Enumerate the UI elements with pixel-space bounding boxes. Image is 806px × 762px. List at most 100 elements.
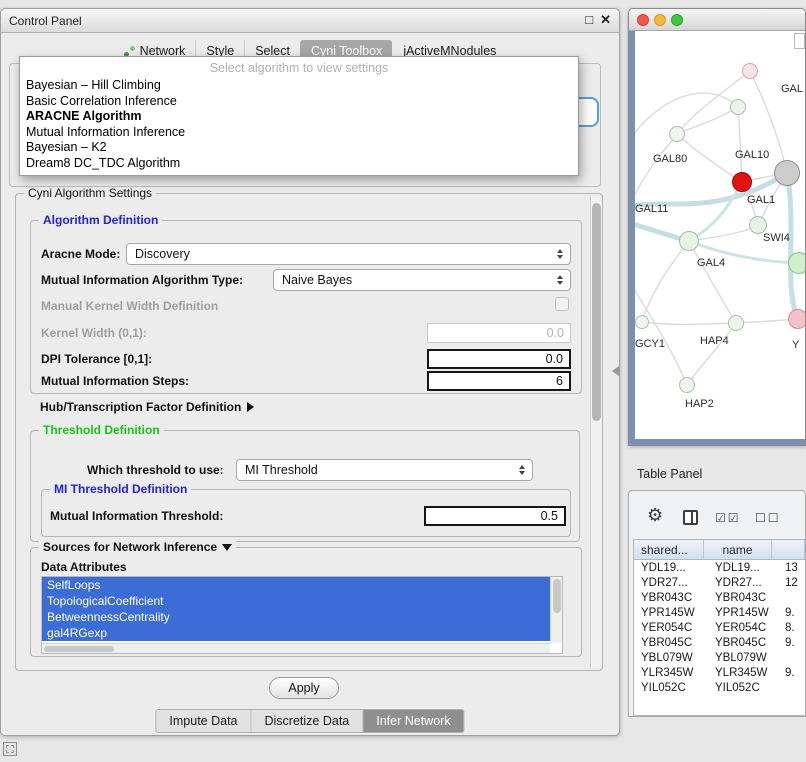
apply-button[interactable]: Apply [269, 677, 339, 699]
control-panel-window: Control Panel □ ✕ Network Style Select C… [0, 8, 620, 736]
network-node[interactable] [732, 172, 752, 192]
tab-discretize-data[interactable]: Discretize Data [251, 710, 363, 732]
network-canvas[interactable]: GALGAL80GAL10GAL11GAL1SWI4GAL4GCY1HAP4YH… [629, 31, 805, 445]
table-cell: YPR145W [704, 607, 772, 619]
table-row[interactable]: YBR043CYBR043C [634, 590, 805, 605]
table-row[interactable]: YPR145WYPR145W9. [634, 605, 805, 620]
network-node[interactable] [635, 315, 649, 329]
tab-infer-network[interactable]: Infer Network [362, 710, 463, 732]
network-node[interactable] [679, 377, 695, 393]
dpi-tolerance-label: DPI Tolerance [0,1]: [41, 352, 152, 366]
table-row[interactable]: YER054CYER054C8. [634, 620, 805, 635]
table-row[interactable]: YIL052CYIL052C [634, 680, 805, 695]
network-scrollbar[interactable] [794, 33, 805, 49]
collapse-arrow-icon[interactable] [222, 544, 232, 551]
network-node[interactable] [730, 99, 746, 115]
algorithm-popup-item[interactable]: Basic Correlation Inference [20, 94, 578, 110]
network-node[interactable] [679, 231, 699, 251]
kernel-width-field[interactable]: 0.0 [427, 323, 571, 343]
table-cell: YBR045C [634, 637, 704, 649]
attribute-list-item[interactable]: SelfLoops [42, 577, 550, 593]
list-vertical-scrollbar[interactable] [550, 577, 562, 643]
panel-splitter-handle[interactable] [612, 366, 619, 376]
list-horizontal-scrollbar[interactable] [42, 643, 550, 653]
dpi-tolerance-field[interactable]: 0.0 [427, 349, 571, 369]
table-cell: 9. [772, 607, 805, 619]
algorithm-popup-item[interactable]: Bayesian – Hill Climbing [20, 78, 578, 94]
table-body: YDL19...YDL19...13YDR27...YDR27...12YBR0… [634, 560, 805, 695]
hub-definition-label: Hub/Transcription Factor Definition [40, 400, 241, 414]
attribute-list-item[interactable]: TopologicalCoefficient [42, 593, 550, 609]
algorithm-popup-item[interactable]: ARACNE Algorithm [20, 109, 578, 125]
which-threshold-select[interactable]: MI Threshold [236, 459, 533, 481]
control-panel-titlebar[interactable]: Control Panel □ ✕ [1, 9, 619, 33]
table-row[interactable]: YDR27...YDR27...12 [634, 575, 805, 590]
network-node[interactable] [728, 315, 744, 331]
algorithm-dropdown-popup: Select algorithm to view settings Bayesi… [19, 56, 579, 176]
manual-kernel-label: Manual Kernel Width Definition [41, 299, 218, 313]
data-attributes-list[interactable]: SelfLoopsTopologicalCoefficientBetweenne… [41, 576, 563, 654]
scrollbar-thumb[interactable] [44, 646, 114, 652]
algorithm-popup-placeholder: Select algorithm to view settings [20, 60, 578, 78]
select-all-checkboxes-icon[interactable]: ☑☑ [715, 511, 741, 525]
aracne-mode-select[interactable]: Discovery [126, 243, 571, 265]
table-cell: 13 [772, 562, 805, 574]
algorithm-popup-item[interactable]: Dream8 DC_TDC Algorithm [20, 156, 578, 172]
network-node[interactable] [788, 252, 805, 274]
sources-legend[interactable]: Sources for Network Inference [39, 540, 236, 554]
expand-arrow-icon[interactable] [247, 402, 254, 412]
column-header-extra[interactable] [772, 540, 805, 559]
table-cell: YLR345W [634, 667, 704, 679]
column-header-name[interactable]: name [704, 540, 772, 559]
minimize-button[interactable] [654, 14, 666, 26]
network-node[interactable] [774, 160, 800, 186]
close-button[interactable] [637, 14, 649, 26]
close-icon[interactable]: ✕ [600, 12, 611, 28]
hub-definition-toggle[interactable]: Hub/Transcription Factor Definition [40, 400, 254, 414]
scrollbar-thumb[interactable] [592, 203, 601, 421]
column-header-shared-name[interactable]: shared... [634, 540, 704, 559]
table-cell: YBR045C [704, 637, 772, 649]
algorithm-popup-item[interactable]: Bayesian – K2 [20, 140, 578, 156]
combo-arrows-icon [553, 244, 567, 264]
mi-steps-label: Mutual Information Steps: [41, 374, 189, 388]
network-node-label: GAL [781, 83, 803, 95]
mi-steps-value: 6 [556, 374, 563, 388]
table-cell: YIL052C [704, 682, 772, 694]
table-cell: 12 [772, 577, 805, 589]
table-cell: YDL19... [634, 562, 704, 574]
table-cell: YBR043C [634, 592, 704, 604]
aracne-mode-value: Discovery [135, 247, 190, 261]
zoom-button[interactable] [671, 14, 683, 26]
gear-icon[interactable]: ⚙ [647, 505, 663, 526]
table-row[interactable]: YDL19...YDL19...13 [634, 560, 805, 575]
threshold-definition-groupbox: Threshold Definition Which threshold to … [30, 430, 580, 542]
network-window-titlebar[interactable] [629, 9, 805, 31]
settings-vertical-scrollbar[interactable] [590, 197, 602, 667]
mi-steps-field[interactable]: 6 [427, 371, 571, 391]
network-node[interactable] [742, 63, 758, 79]
attribute-list-item[interactable]: BetweennessCentrality [42, 609, 550, 625]
manual-kernel-checkbox[interactable] [555, 297, 569, 311]
restore-icon[interactable]: □ [585, 12, 593, 28]
network-node[interactable] [669, 126, 685, 142]
deselect-all-checkboxes-icon[interactable]: ☐☐ [755, 511, 781, 525]
columns-icon[interactable] [683, 510, 698, 525]
network-node[interactable] [788, 309, 805, 329]
collapsed-panel-icon[interactable] [3, 742, 17, 756]
table-row[interactable]: YBL079WYBL079W [634, 650, 805, 665]
table-cell: YPR145W [634, 607, 704, 619]
mi-type-select[interactable]: Naive Bayes [273, 269, 571, 291]
mi-threshold-field[interactable]: 0.5 [424, 506, 566, 526]
table-cell: YER054C [634, 622, 704, 634]
scrollbar-thumb[interactable] [553, 579, 561, 613]
table-row[interactable]: YBR045CYBR045C9. [634, 635, 805, 650]
tab-impute-data[interactable]: Impute Data [156, 710, 250, 732]
network-node-label: HAP2 [685, 398, 714, 410]
table-row[interactable]: YLR345WYLR345W9. [634, 665, 805, 680]
data-attributes-list-items: SelfLoopsTopologicalCoefficientBetweenne… [42, 577, 550, 643]
network-node-label: GCY1 [635, 338, 665, 350]
attribute-list-item[interactable]: gal4RGexp [42, 625, 550, 641]
sources-groupbox: Sources for Network Inference Data Attri… [30, 547, 582, 657]
algorithm-popup-item[interactable]: Mutual Information Inference [20, 125, 578, 141]
